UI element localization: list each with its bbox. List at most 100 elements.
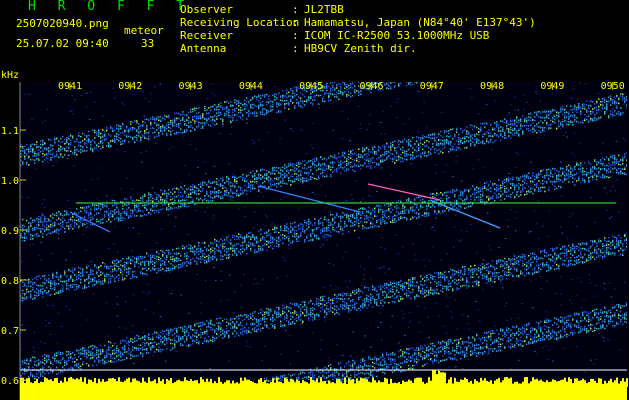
band-pixel: [74, 219, 76, 221]
band-pixel: [152, 206, 154, 208]
noise-speck: [147, 284, 150, 285]
band-pixel: [334, 154, 336, 156]
band-pixel: [178, 188, 180, 191]
band-pixel: [176, 187, 178, 190]
band-pixel: [152, 200, 154, 202]
noise-speck: [55, 161, 58, 163]
band-pixel: [178, 112, 180, 115]
band-pixel: [82, 140, 84, 142]
band-pixel: [64, 143, 66, 145]
band-pixel: [30, 147, 32, 149]
band-pixel: [402, 160, 404, 163]
band-pixel: [410, 140, 412, 142]
band-pixel: [96, 212, 98, 215]
band-pixel: [78, 132, 80, 135]
noise-speck: [459, 240, 461, 242]
band-pixel: [422, 148, 424, 151]
band-pixel: [78, 227, 80, 229]
band-pixel: [276, 98, 278, 100]
band-pixel: [216, 181, 218, 183]
band-pixel: [86, 265, 88, 268]
band-pixel: [336, 157, 338, 159]
band-pixel: [90, 269, 92, 271]
band-pixel: [156, 135, 158, 137]
band-pixel: [108, 268, 110, 270]
band-pixel: [264, 180, 266, 183]
band-pixel: [128, 128, 130, 130]
band-pixel: [292, 90, 294, 92]
band-pixel: [150, 127, 152, 130]
band-pixel: [22, 147, 24, 150]
band-pixel: [42, 236, 44, 238]
band-pixel: [114, 200, 116, 202]
band-pixel: [348, 158, 350, 161]
band-pixel: [58, 144, 60, 147]
band-pixel: [354, 85, 356, 87]
noise-speck: [453, 226, 455, 228]
band-pixel: [560, 109, 562, 111]
band-pixel: [144, 213, 146, 216]
band-pixel: [138, 128, 140, 130]
band-pixel: [158, 133, 160, 135]
band-pixel: [212, 200, 214, 202]
band-pixel: [452, 60, 454, 62]
band-pixel: [174, 119, 176, 121]
band-pixel: [60, 212, 62, 215]
band-pixel: [30, 285, 32, 288]
band-pixel: [544, 127, 546, 129]
band-pixel: [106, 265, 108, 268]
band-pixel: [328, 157, 330, 159]
band-pixel: [510, 137, 512, 139]
band-pixel: [432, 137, 434, 139]
band-pixel: [142, 200, 144, 203]
band-pixel: [502, 120, 504, 123]
band-pixel: [234, 108, 236, 110]
band-pixel: [84, 150, 86, 152]
band-pixel: [36, 153, 38, 155]
noise-speck: [44, 119, 47, 121]
band-pixel: [384, 148, 386, 150]
band-pixel: [516, 116, 518, 118]
band-pixel: [108, 278, 110, 280]
noise-speck: [153, 312, 155, 314]
band-pixel: [150, 193, 152, 196]
band-pixel: [48, 229, 50, 231]
band-pixel: [170, 119, 172, 122]
band-pixel: [452, 71, 454, 73]
band-pixel: [542, 130, 544, 132]
band-pixel: [304, 172, 306, 174]
band-pixel: [210, 186, 212, 188]
band-pixel: [304, 100, 306, 102]
band-pixel: [310, 97, 312, 100]
band-pixel: [130, 196, 132, 198]
band-pixel: [106, 138, 108, 140]
band-pixel: [508, 135, 510, 137]
band-pixel: [168, 114, 170, 117]
band-pixel: [444, 146, 446, 149]
band-pixel: [54, 293, 56, 295]
noise-speck: [215, 279, 217, 281]
band-pixel: [54, 139, 56, 142]
noise-speck: [203, 211, 206, 213]
band-pixel: [242, 179, 244, 181]
band-pixel: [290, 89, 292, 91]
band-pixel: [172, 188, 174, 190]
band-pixel: [126, 214, 128, 216]
noise-speck: [330, 285, 332, 287]
band-pixel: [148, 135, 150, 137]
band-pixel: [288, 108, 290, 110]
band-pixel: [434, 148, 436, 150]
band-pixel: [488, 135, 490, 137]
noise-speck: [573, 120, 576, 122]
band-pixel: [102, 218, 104, 220]
noise-speck: [600, 110, 603, 112]
band-pixel: [160, 129, 162, 131]
band-pixel: [22, 285, 24, 287]
noise-speck: [545, 311, 548, 313]
band-pixel: [468, 52, 470, 54]
band-pixel: [220, 113, 222, 116]
band-pixel: [358, 153, 360, 156]
band-pixel: [620, 107, 622, 109]
band-pixel: [88, 285, 90, 288]
band-pixel: [426, 155, 428, 157]
